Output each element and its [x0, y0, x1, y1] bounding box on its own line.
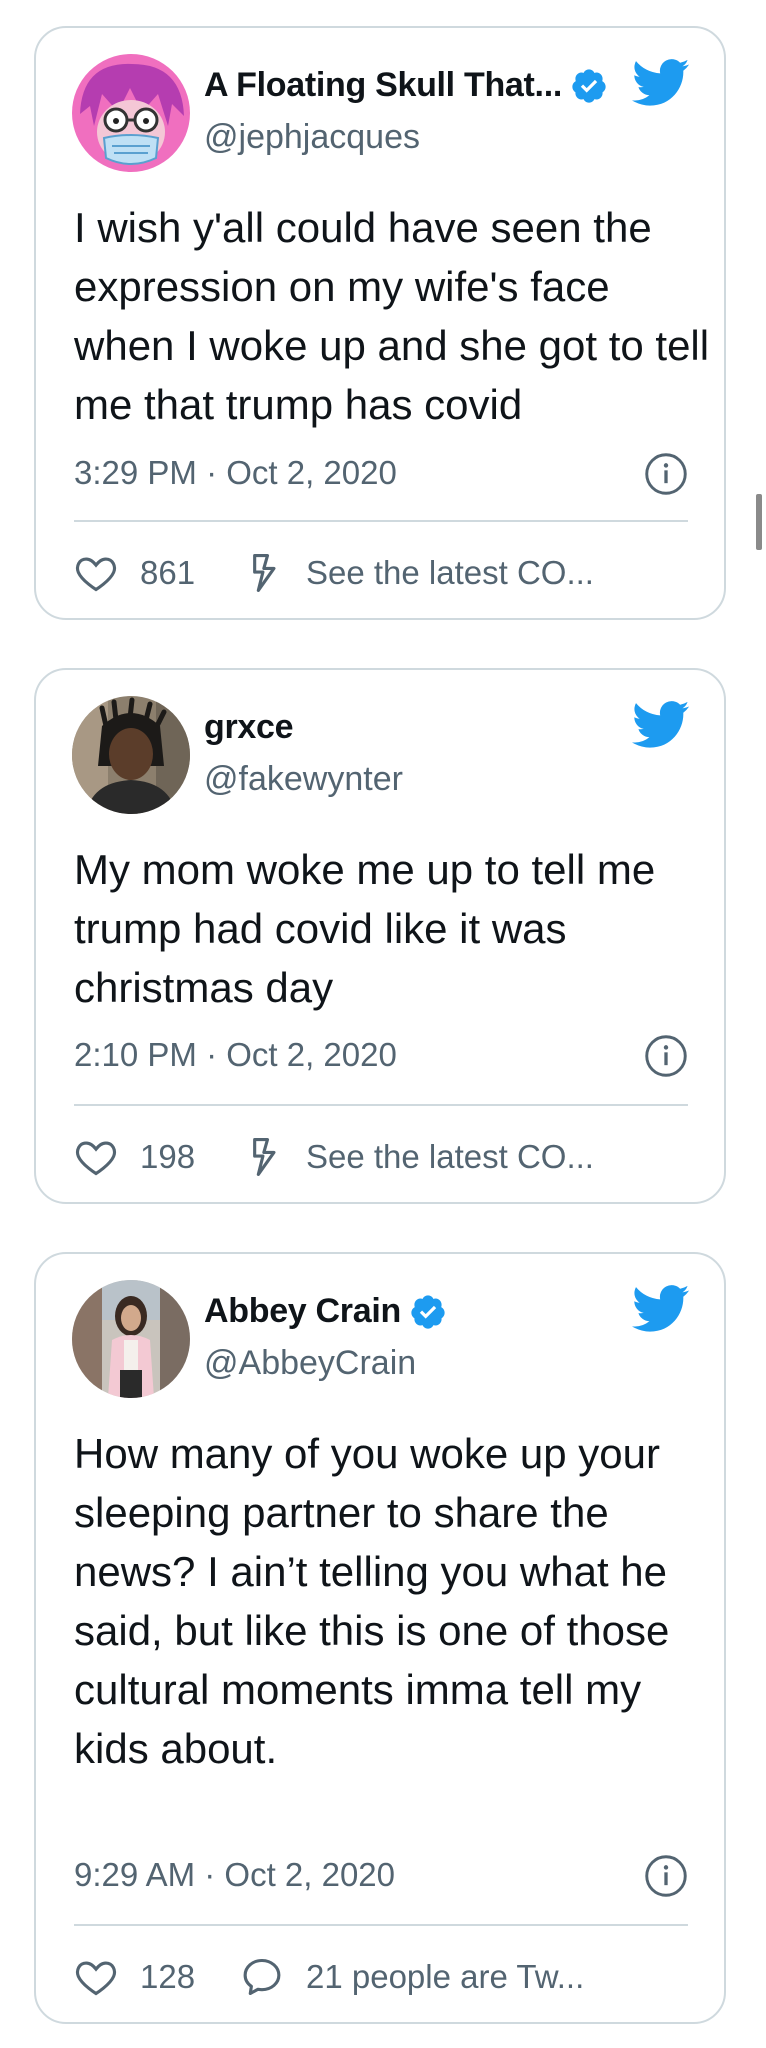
user-handle[interactable]: @jephjacques: [204, 118, 420, 157]
reply-bubble-icon[interactable]: [240, 1955, 284, 1999]
twitter-bird-icon[interactable]: [632, 1284, 690, 1334]
display-name[interactable]: A Floating Skull That...: [204, 66, 562, 105]
heart-icon[interactable]: [74, 551, 118, 595]
tweet-text: How many of you woke up your sleeping pa…: [74, 1430, 670, 1772]
latest-news-link[interactable]: See the latest CO...: [306, 554, 594, 592]
twitter-bird-icon[interactable]: [632, 58, 690, 108]
tweet-timestamp[interactable]: 3:29 PM · Oct 2, 2020: [74, 454, 397, 492]
like-count: 861: [140, 554, 196, 591]
divider: [74, 520, 688, 522]
scrollbar-thumb[interactable]: [756, 494, 762, 550]
latest-news-link[interactable]: See the latest CO...: [306, 1138, 594, 1176]
flash-icon[interactable]: [240, 551, 284, 595]
info-icon[interactable]: [644, 1034, 688, 1078]
tweet-timestamp[interactable]: 9:29 AM · Oct 2, 2020: [74, 1856, 395, 1894]
user-handle[interactable]: @AbbeyCrain: [204, 1344, 416, 1383]
avatar[interactable]: [72, 696, 190, 814]
twitter-bird-icon[interactable]: [632, 700, 690, 750]
verified-badge-icon: [409, 1293, 447, 1331]
info-icon[interactable]: [644, 1854, 688, 1898]
people-tweeting-link[interactable]: 21 people are Tw...: [306, 1958, 584, 1996]
like-count: 128: [140, 1958, 196, 1995]
tweet-timestamp[interactable]: 2:10 PM · Oct 2, 2020: [74, 1036, 397, 1074]
tweet-text: My mom woke me up to tell me trump had c…: [74, 846, 656, 1011]
user-handle[interactable]: @fakewynter: [204, 760, 403, 799]
avatar[interactable]: [72, 54, 190, 172]
display-name[interactable]: grxce: [204, 708, 294, 747]
tweet-card[interactable]: A Floating Skull That... @jephjacques I …: [34, 26, 726, 620]
verified-badge-icon: [570, 67, 608, 105]
tweet-card[interactable]: Abbey Crain @AbbeyCrain How many of you …: [34, 1252, 726, 2024]
info-icon[interactable]: [644, 452, 688, 496]
divider: [74, 1924, 688, 1926]
display-name[interactable]: Abbey Crain: [204, 1292, 401, 1331]
flash-icon[interactable]: [240, 1135, 284, 1179]
divider: [74, 1104, 688, 1106]
heart-icon[interactable]: [74, 1135, 118, 1179]
tweet-text: I wish y'all could have seen the express…: [74, 204, 710, 428]
tweet-card[interactable]: grxce @fakewynter My mom woke me up to t…: [34, 668, 726, 1204]
avatar[interactable]: [72, 1280, 190, 1398]
like-count: 198: [140, 1138, 196, 1175]
heart-icon[interactable]: [74, 1955, 118, 1999]
